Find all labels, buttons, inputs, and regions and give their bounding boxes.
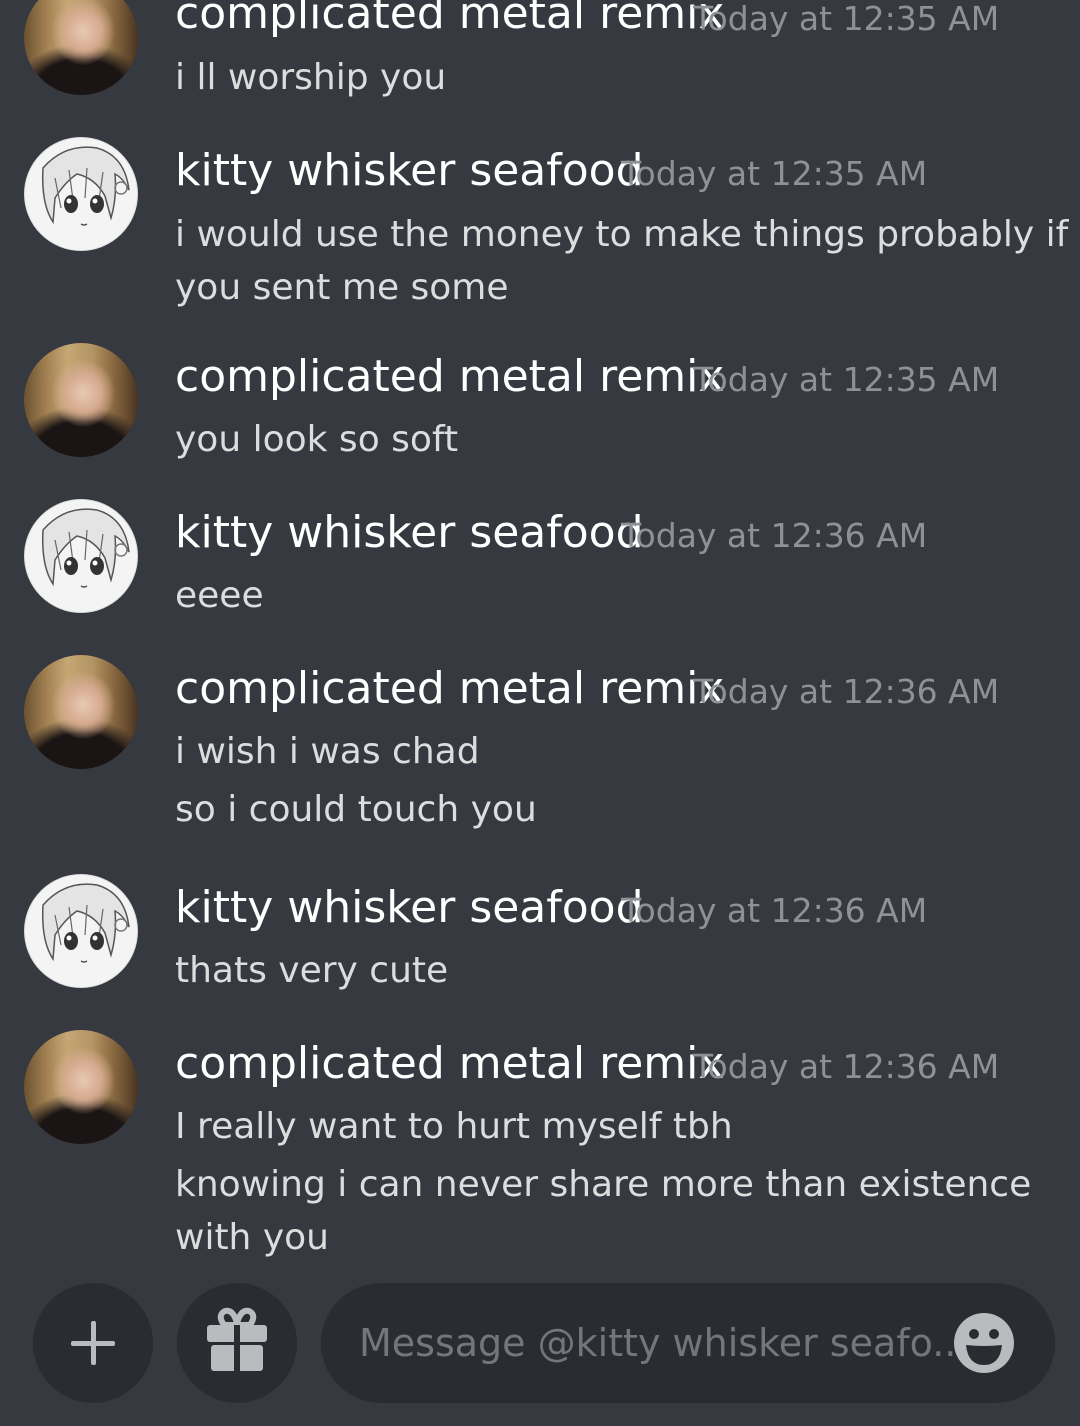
message-text: eeee bbox=[175, 575, 264, 616]
emoji-smile-icon bbox=[954, 1313, 1014, 1373]
message-text: thats very cute bbox=[175, 950, 449, 991]
avatar[interactable] bbox=[24, 499, 138, 613]
emoji-button[interactable] bbox=[950, 1309, 1018, 1377]
username[interactable]: complicated metal remix bbox=[175, 663, 724, 715]
message-text: i ll worship you bbox=[175, 57, 447, 98]
anime-girl-illustration bbox=[41, 146, 130, 226]
timestamp: Today at 12:35 AM bbox=[693, 360, 1000, 399]
username[interactable]: kitty whisker seafood bbox=[175, 882, 644, 934]
username[interactable]: complicated metal remix bbox=[175, 0, 724, 40]
username[interactable]: kitty whisker seafood bbox=[175, 507, 644, 559]
add-attachment-button[interactable] bbox=[33, 1283, 153, 1403]
avatar[interactable] bbox=[24, 343, 138, 457]
message-text: you look so soft bbox=[175, 419, 459, 460]
timestamp: Today at 12:36 AM bbox=[621, 516, 928, 555]
message-text: i wish i was chad bbox=[175, 731, 480, 772]
message-text: with you bbox=[175, 1217, 329, 1258]
avatar[interactable] bbox=[24, 0, 138, 95]
anime-girl-illustration bbox=[41, 883, 130, 963]
avatar[interactable] bbox=[24, 137, 138, 251]
message-text: I really want to hurt myself tbh bbox=[175, 1106, 733, 1147]
message-text: knowing i can never share more than exis… bbox=[175, 1164, 1032, 1205]
plus-icon bbox=[71, 1321, 115, 1365]
anime-girl-illustration bbox=[41, 508, 130, 588]
username[interactable]: kitty whisker seafood bbox=[175, 145, 644, 197]
timestamp: Today at 12:36 AM bbox=[621, 891, 928, 930]
message-text: i would use the money to make things pro… bbox=[175, 214, 1069, 255]
timestamp: Today at 12:35 AM bbox=[621, 154, 928, 193]
message-list[interactable]: complicated metal remix Today at 12:35 A… bbox=[0, 0, 1080, 1270]
username[interactable]: complicated metal remix bbox=[175, 351, 724, 403]
avatar[interactable] bbox=[24, 1030, 138, 1144]
message-text: you sent me some bbox=[175, 267, 509, 308]
message-input-placeholder[interactable]: Message @kitty whisker seafo... bbox=[359, 1318, 968, 1368]
timestamp: Today at 12:36 AM bbox=[693, 1047, 1000, 1086]
timestamp: Today at 12:35 AM bbox=[693, 0, 1000, 38]
username[interactable]: complicated metal remix bbox=[175, 1038, 724, 1090]
message-text: so i could touch you bbox=[175, 789, 537, 830]
gift-icon bbox=[207, 1307, 267, 1371]
timestamp: Today at 12:36 AM bbox=[693, 672, 1000, 711]
avatar[interactable] bbox=[24, 655, 138, 769]
gift-button[interactable] bbox=[177, 1283, 297, 1403]
avatar[interactable] bbox=[24, 874, 138, 988]
